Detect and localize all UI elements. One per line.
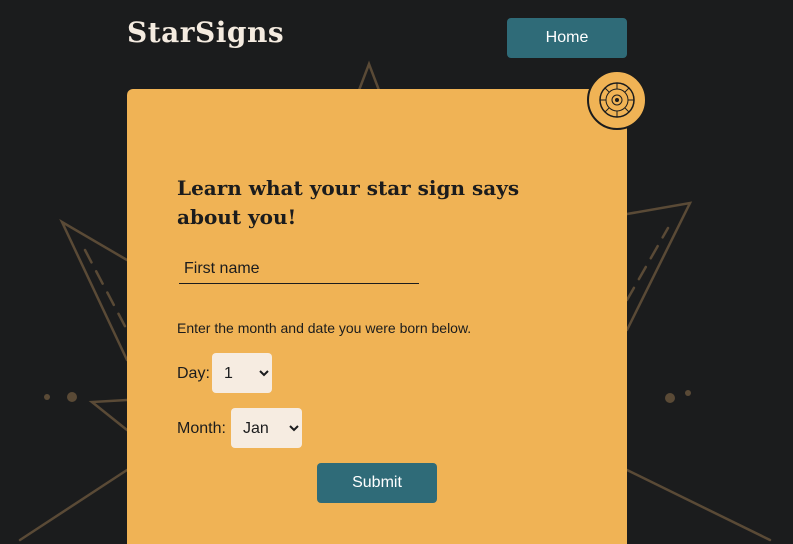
month-select[interactable]: Jan [231,408,302,448]
day-select[interactable]: 1 [212,353,272,393]
zodiac-wheel-icon [599,82,635,118]
birth-date-instructions: Enter the month and date you were born b… [177,320,472,336]
site-logo[interactable]: StarSigns [127,16,284,49]
form-heading: Learn what your star sign says about you… [177,176,520,229]
submit-button[interactable]: Submit [317,463,437,503]
page: StarSigns Home Learn what your star sign… [0,0,793,544]
day-label: Day: [177,365,210,382]
home-button[interactable]: Home [507,18,627,58]
zodiac-badge [587,70,647,130]
first-name-input[interactable] [179,254,419,284]
month-label: Month: [177,420,226,437]
